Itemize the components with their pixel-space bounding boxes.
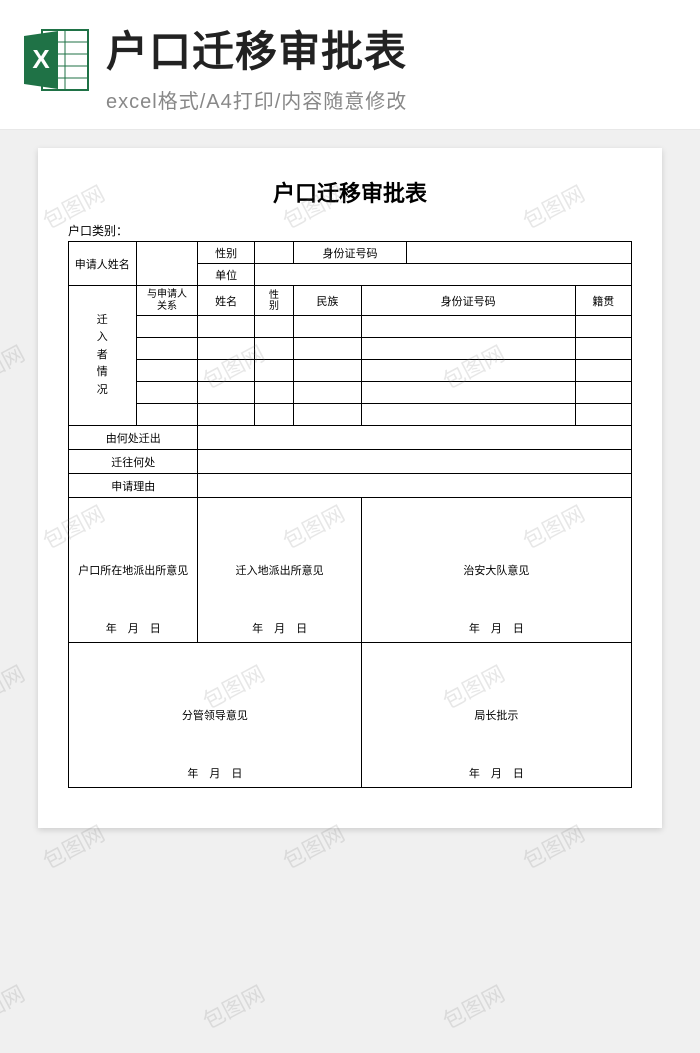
form-title: 户口迁移审批表 xyxy=(68,176,632,208)
date-text: 年 月 日 xyxy=(198,620,360,636)
table-cell xyxy=(136,360,198,382)
table-cell xyxy=(198,338,254,360)
opinion5-label: 局长批示 xyxy=(474,710,518,722)
date-text: 年 月 日 xyxy=(362,620,631,636)
watermark-text: 包图网 xyxy=(0,976,30,1035)
table-cell xyxy=(361,338,575,360)
table-cell xyxy=(361,382,575,404)
ethnicity-header: 民族 xyxy=(294,286,362,316)
excel-icon: X xyxy=(20,24,92,96)
table-cell xyxy=(294,338,362,360)
table-cell xyxy=(361,404,575,426)
id-cell xyxy=(406,242,631,264)
table-cell xyxy=(198,360,254,382)
template-main-title: 户口迁移审批表 xyxy=(106,18,680,79)
id-label: 身份证号码 xyxy=(294,242,407,264)
table-cell xyxy=(254,316,293,338)
gender-label: 性别 xyxy=(198,242,254,264)
template-header: X 户口迁移审批表 excel格式/A4打印/内容随意修改 xyxy=(0,0,700,130)
date-text: 年 月 日 xyxy=(362,765,631,781)
table-cell xyxy=(136,338,198,360)
reason-cell xyxy=(198,474,632,498)
approval-form-table: 申请人姓名 性别 身份证号码 单位 迁 入 者 情 况 与申请人 关系 姓名 性… xyxy=(68,241,632,788)
table-cell xyxy=(198,382,254,404)
table-cell xyxy=(254,338,293,360)
opinion2-label: 迁入地派出所意见 xyxy=(236,565,324,577)
watermark-text: 包图网 xyxy=(196,976,269,1035)
move-from-label: 由何处迁出 xyxy=(69,426,198,450)
table-cell xyxy=(575,360,631,382)
watermark-text: 包图网 xyxy=(436,976,509,1035)
table-cell xyxy=(294,316,362,338)
table-cell xyxy=(361,360,575,382)
table-cell xyxy=(254,382,293,404)
template-subtitle: excel格式/A4打印/内容随意修改 xyxy=(106,85,680,114)
applicant-name-label: 申请人姓名 xyxy=(69,242,137,286)
move-from-cell xyxy=(198,426,632,450)
date-text: 年 月 日 xyxy=(69,620,197,636)
table-cell xyxy=(198,404,254,426)
opinion-security-brigade: 治安大队意见 年 月 日 xyxy=(361,498,631,643)
table-cell xyxy=(575,382,631,404)
opinion3-label: 治安大队意见 xyxy=(463,565,529,577)
table-cell xyxy=(294,360,362,382)
header-text-block: 户口迁移审批表 excel格式/A4打印/内容随意修改 xyxy=(106,18,680,114)
table-cell xyxy=(254,360,293,382)
move-to-cell xyxy=(198,450,632,474)
id2-header: 身份证号码 xyxy=(361,286,575,316)
table-cell xyxy=(294,404,362,426)
opinion1-label: 户口所在地派出所意见 xyxy=(78,565,188,577)
table-cell xyxy=(575,316,631,338)
table-cell xyxy=(254,404,293,426)
table-cell xyxy=(361,316,575,338)
movers-section-label: 迁 入 者 情 况 xyxy=(69,286,137,426)
unit-cell xyxy=(254,264,631,286)
hukou-type-label: 户口类别： xyxy=(68,222,632,239)
applicant-name-cell xyxy=(136,242,198,286)
opinion4-label: 分管领导意见 xyxy=(182,710,248,722)
opinion-destination-station: 迁入地派出所意见 年 月 日 xyxy=(198,498,361,643)
opinion-origin-station: 户口所在地派出所意见 年 月 日 xyxy=(69,498,198,643)
table-cell xyxy=(294,382,362,404)
table-cell xyxy=(136,316,198,338)
table-cell xyxy=(136,382,198,404)
table-cell xyxy=(575,338,631,360)
table-cell xyxy=(136,404,198,426)
relation-header: 与申请人 关系 xyxy=(136,286,198,316)
opinion-leader: 分管领导意见 年 月 日 xyxy=(69,643,362,788)
opinion-director: 局长批示 年 月 日 xyxy=(361,643,631,788)
table-cell xyxy=(575,404,631,426)
svg-text:X: X xyxy=(32,44,50,74)
origin-header: 籍贯 xyxy=(575,286,631,316)
date-text: 年 月 日 xyxy=(69,765,361,781)
move-to-label: 迁往何处 xyxy=(69,450,198,474)
page-area: 户口迁移审批表 户口类别： 申请人姓名 性别 身份证号码 xyxy=(0,130,700,858)
form-page: 户口迁移审批表 户口类别： 申请人姓名 性别 身份证号码 xyxy=(38,148,662,828)
gender-cell xyxy=(254,242,293,264)
gender2-header: 性 别 xyxy=(254,286,293,316)
name-header: 姓名 xyxy=(198,286,254,316)
reason-label: 申请理由 xyxy=(69,474,198,498)
table-cell xyxy=(198,316,254,338)
unit-label: 单位 xyxy=(198,264,254,286)
